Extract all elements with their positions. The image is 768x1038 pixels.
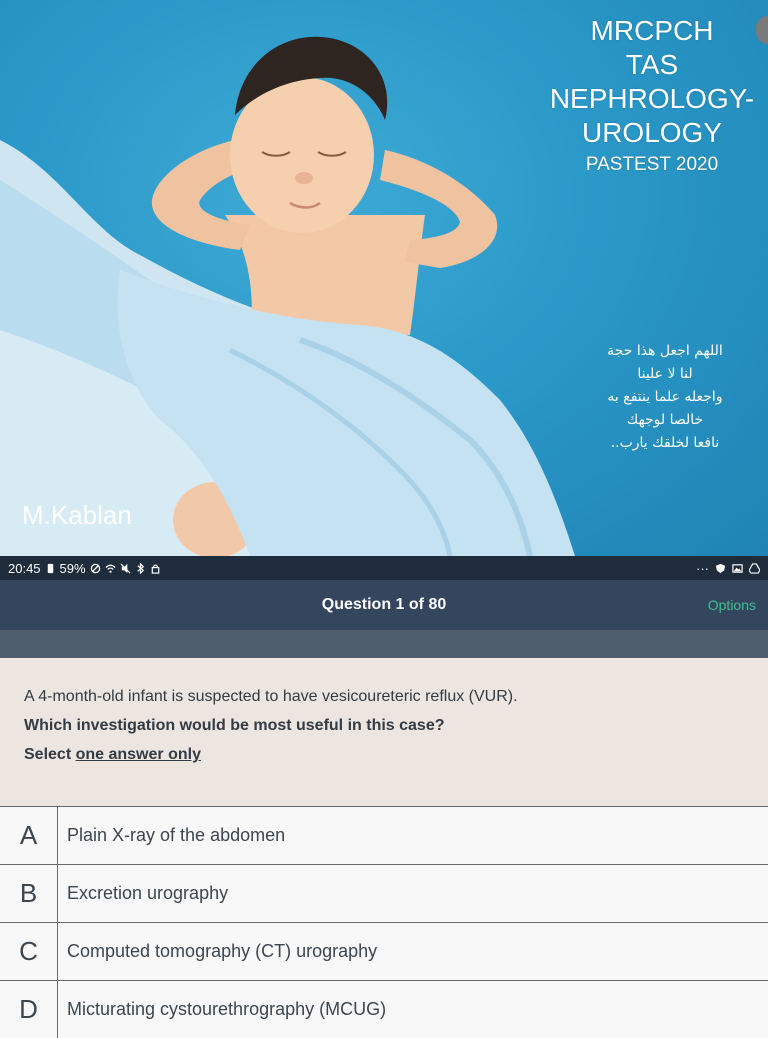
question-header: Question 1 of 80 Options <box>0 580 768 630</box>
cover-subtitle: PASTEST 2020 <box>585 154 719 175</box>
status-bar: 20:45 59% ··· <box>0 556 768 580</box>
battery-icon <box>47 563 53 573</box>
cover-title-line: MRCPCH <box>590 15 714 46</box>
bluetooth-icon <box>136 562 144 574</box>
battery-level: 59% <box>59 560 86 576</box>
answer-option-d[interactable]: D Micturating cystourethrography (MCUG) <box>0 980 768 1038</box>
dua-line: لنا لا علينا <box>637 366 693 382</box>
shield-icon <box>715 563 726 573</box>
dua-line: اللهم اجعل هذا حجة <box>607 343 723 359</box>
answer-list: A Plain X-ray of the abdomen B Excretion… <box>0 806 768 1038</box>
answer-text: Micturating cystourethrography (MCUG) <box>67 999 387 1019</box>
clock: 20:45 <box>8 560 41 576</box>
cover-image: MRCPCH TAS NEPHROLOGY- UROLOGY PASTEST 2… <box>0 0 768 556</box>
cover-title: MRCPCH TAS NEPHROLOGY- UROLOGY PASTEST 2… <box>542 14 762 180</box>
cover-title-line: NEPHROLOGY- <box>549 83 755 114</box>
dua-line: واجعله علما ينتفع به <box>607 389 723 405</box>
lock-icon <box>151 563 159 574</box>
answer-option-b[interactable]: B Excretion urography <box>0 864 768 922</box>
answer-text: Plain X-ray of the abdomen <box>67 825 286 845</box>
author-name: M.Kablan <box>22 500 132 530</box>
more-dots-icon: ··· <box>696 560 709 576</box>
answer-letter: D <box>0 981 58 1038</box>
answer-text: Excretion urography <box>67 883 229 903</box>
answer-text: Computed tomography (CT) urography <box>67 941 378 961</box>
question-stem: A 4-month-old infant is suspected to hav… <box>24 688 518 705</box>
instruction-emphasis: one answer only <box>75 746 201 763</box>
cover-title-line: UROLOGY <box>581 117 723 148</box>
dua-line: نافعا لخلقك يارب.. <box>610 435 720 451</box>
options-button[interactable]: Options <box>708 580 756 630</box>
drive-icon <box>749 562 760 574</box>
no-disturb-icon <box>90 563 100 573</box>
header-band <box>0 630 768 658</box>
gallery-icon <box>732 563 743 573</box>
answer-letter: B <box>0 865 58 922</box>
answer-instruction: Select one answer only <box>24 740 744 769</box>
cover-title-line: TAS <box>625 49 679 80</box>
question-panel: A 4-month-old infant is suspected to hav… <box>0 658 768 806</box>
instruction-prefix: Select <box>24 746 76 763</box>
answer-option-c[interactable]: C Computed tomography (CT) urography <box>0 922 768 980</box>
answer-letter: C <box>0 923 58 980</box>
question-ask: Which investigation would be most useful… <box>24 717 445 734</box>
question-counter: Question 1 of 80 <box>321 596 447 613</box>
answer-option-a[interactable]: A Plain X-ray of the abdomen <box>0 806 768 864</box>
wifi-icon <box>105 564 116 573</box>
dua-text: اللهم اجعل هذا حجة لنا لا علينا واجعله ع… <box>570 340 760 455</box>
mute-icon <box>120 562 131 574</box>
dua-line: خالصا لوجهك <box>626 412 704 428</box>
answer-letter: A <box>0 807 58 864</box>
